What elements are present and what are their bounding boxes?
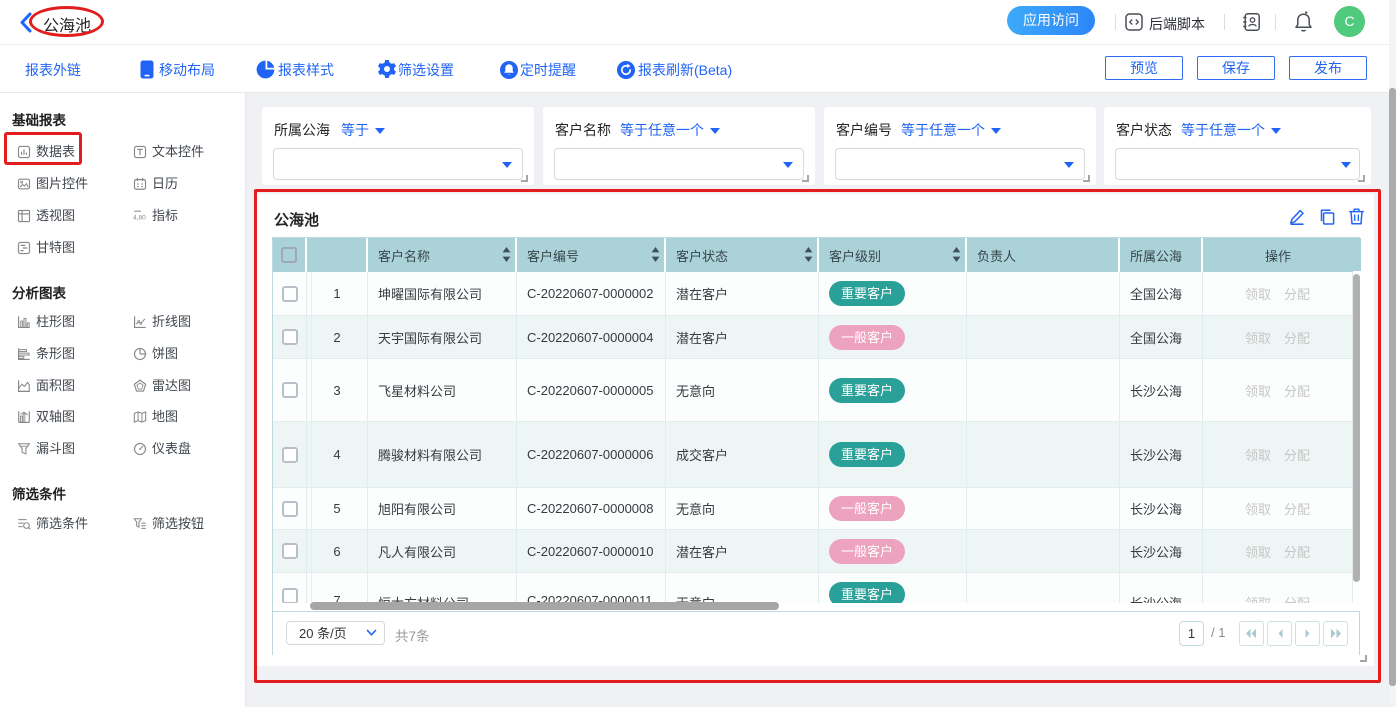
svg-text:4,80: 4,80 <box>133 215 146 222</box>
